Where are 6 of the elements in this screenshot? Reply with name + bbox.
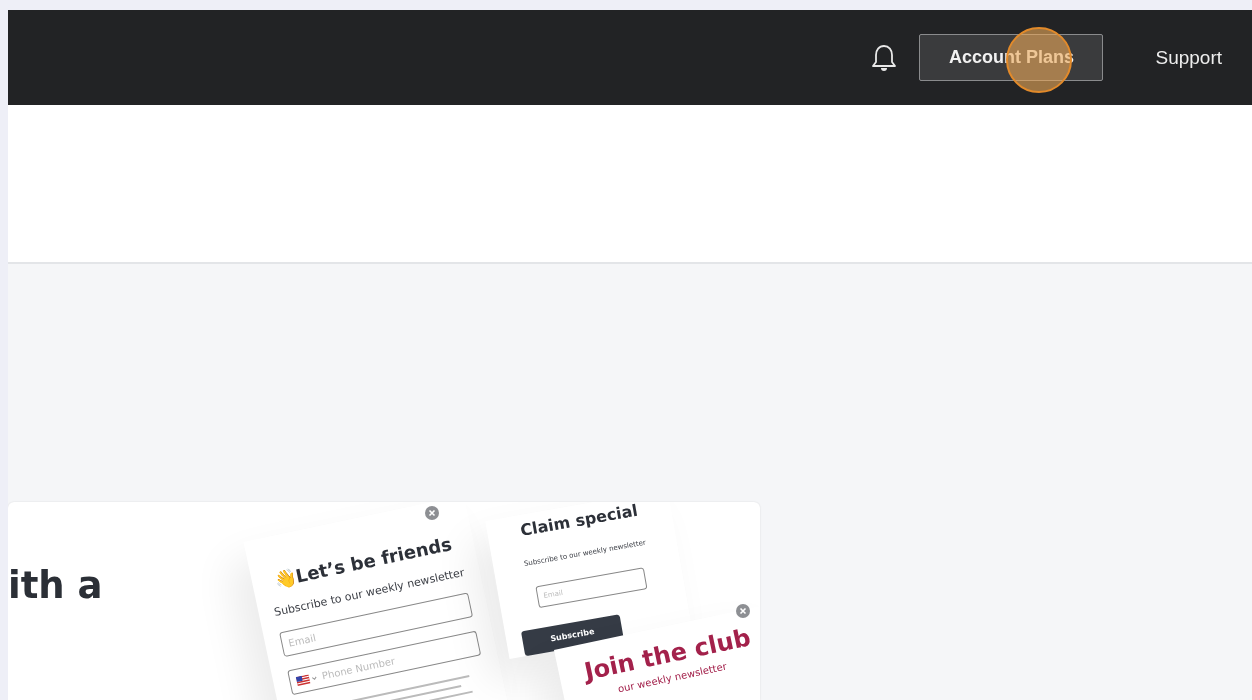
close-icon[interactable] xyxy=(736,604,750,618)
card-heading: ith a xyxy=(8,564,103,607)
notification-bell-icon[interactable] xyxy=(871,42,898,73)
popup-title: Claim special xyxy=(518,502,640,540)
support-link[interactable]: Support xyxy=(1155,46,1222,69)
close-icon[interactable] xyxy=(425,506,439,520)
